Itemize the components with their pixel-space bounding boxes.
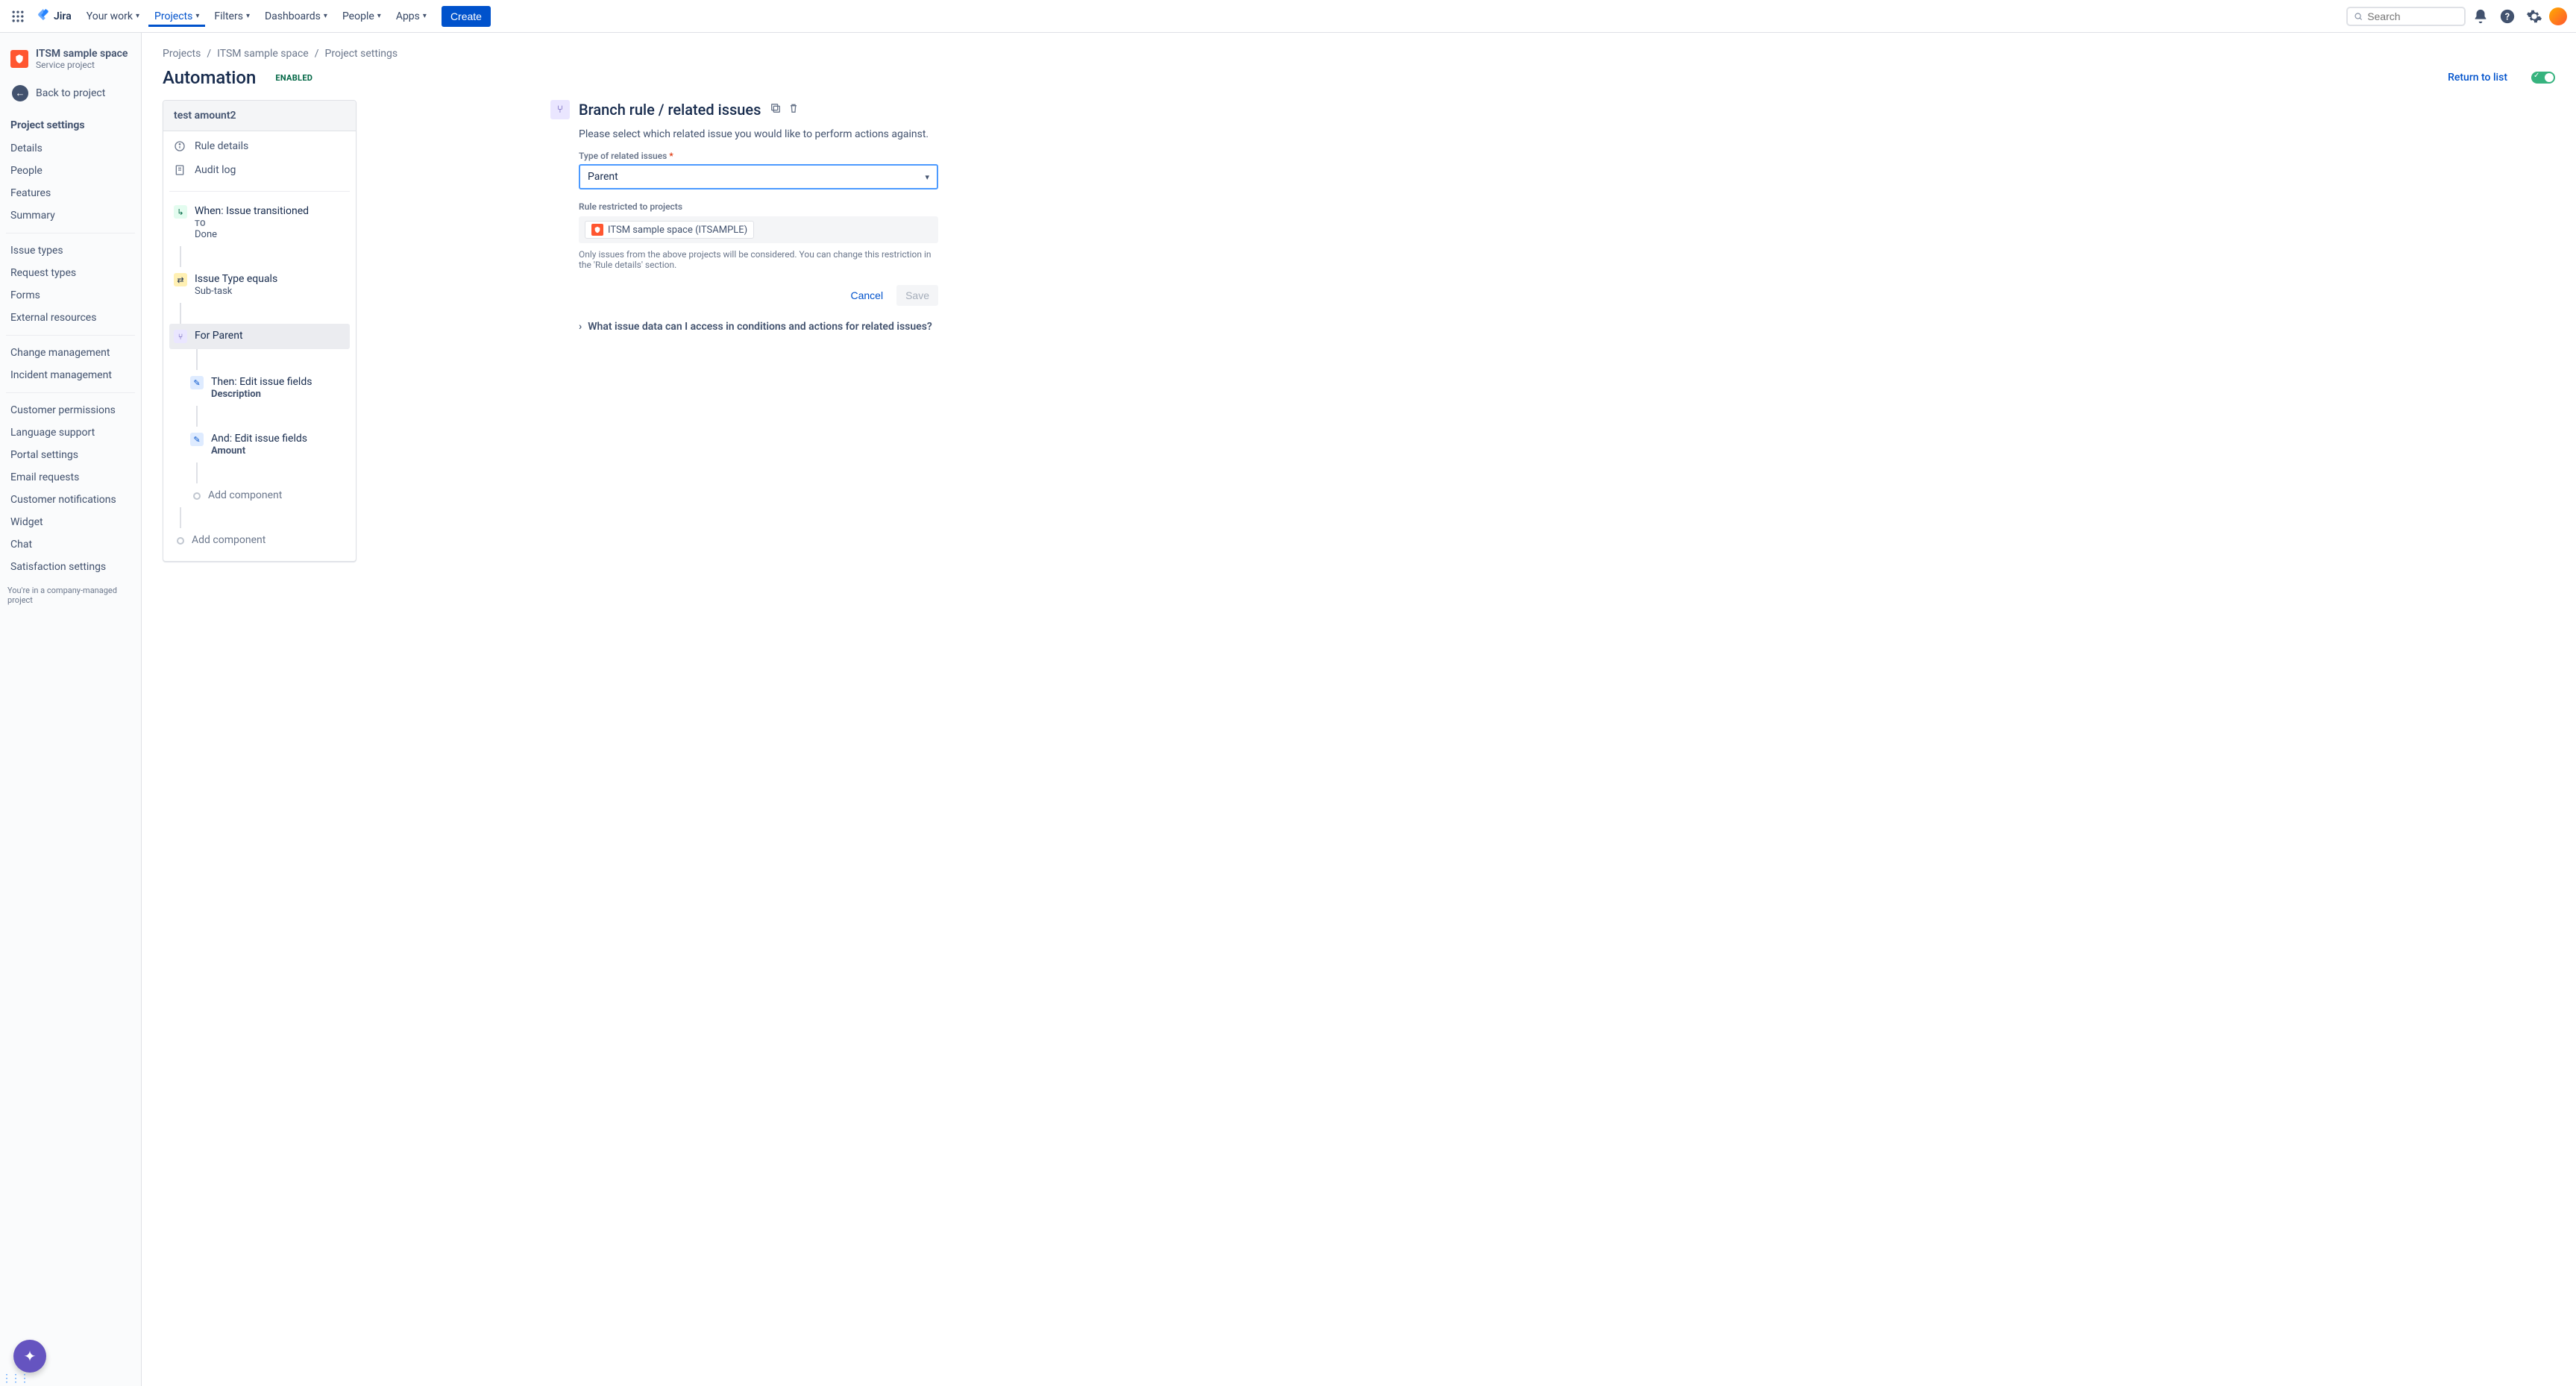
chevron-right-icon: › xyxy=(579,321,582,333)
rule-name[interactable]: test amount2 xyxy=(163,101,356,131)
search-icon xyxy=(2354,11,2363,22)
nav-apps[interactable]: Apps▾ xyxy=(390,6,433,27)
return-to-list[interactable]: Return to list xyxy=(2448,72,2507,84)
expand-help[interactable]: › What issue data can I access in condit… xyxy=(579,321,938,333)
breadcrumb: Projects / ITSM sample space / Project s… xyxy=(163,48,2555,60)
add-component-inner[interactable]: Add component xyxy=(186,483,350,507)
detail-description: Please select which related issue you wo… xyxy=(579,128,938,140)
trigger-icon: ↳ xyxy=(174,205,187,219)
chevron-down-icon: ▾ xyxy=(925,172,929,182)
project-restriction-row: ITSM sample space (ITSAMPLE) xyxy=(579,216,938,243)
step-trigger[interactable]: ↳ When: Issue transitioned TO Done xyxy=(169,199,350,246)
back-to-project[interactable]: ← Back to project xyxy=(6,81,135,106)
status-badge: ENABLED xyxy=(271,72,317,84)
help-text: Only issues from the above projects will… xyxy=(579,249,938,270)
sidebar-item-summary[interactable]: Summary xyxy=(6,204,135,227)
project-chip: ITSM sample space (ITSAMPLE) xyxy=(585,221,754,239)
sidebar-item-customer-permissions[interactable]: Customer permissions xyxy=(6,399,135,421)
top-nav: Jira Your work▾ Projects▾ Filters▾ Dashb… xyxy=(0,0,2576,33)
sidebar-item-features[interactable]: Features xyxy=(6,182,135,204)
edit-icon: ✎ xyxy=(190,376,204,389)
type-label: Type of related issues * xyxy=(579,151,938,161)
add-component-outer[interactable]: Add component xyxy=(169,528,350,552)
nav-projects[interactable]: Projects▾ xyxy=(148,6,205,27)
sidebar-item-change-management[interactable]: Change management xyxy=(6,342,135,364)
copy-icon[interactable] xyxy=(770,102,782,117)
delete-icon[interactable] xyxy=(788,102,799,117)
save-button[interactable]: Save xyxy=(896,285,938,306)
project-name: ITSM sample space xyxy=(36,48,128,60)
nav-your-work[interactable]: Your work▾ xyxy=(81,6,145,27)
info-icon xyxy=(174,140,186,152)
related-type-select[interactable]: Parent ▾ xyxy=(579,164,938,189)
step-action-2[interactable]: ✎ And: Edit issue fields Amount xyxy=(186,427,350,462)
back-arrow-icon: ← xyxy=(12,85,28,101)
main-content: Projects / ITSM sample space / Project s… xyxy=(142,33,2576,1386)
page-title: Automation xyxy=(163,67,256,88)
breadcrumb-projects[interactable]: Projects xyxy=(163,48,201,60)
add-icon xyxy=(193,492,201,500)
sidebar-item-details[interactable]: Details xyxy=(6,137,135,160)
search-box[interactable] xyxy=(2346,7,2466,26)
user-avatar[interactable] xyxy=(2549,7,2567,25)
restrict-label: Rule restricted to projects xyxy=(579,201,938,212)
log-icon xyxy=(174,164,186,176)
project-type: Service project xyxy=(36,60,128,70)
step-action-1[interactable]: ✎ Then: Edit issue fields Description xyxy=(186,370,350,406)
sidebar-item-issue-types[interactable]: Issue types xyxy=(6,239,135,262)
audit-log-link[interactable]: Audit log xyxy=(169,158,350,182)
rule-details-link[interactable]: Rule details xyxy=(169,134,350,158)
search-input[interactable] xyxy=(2367,10,2458,22)
quickstart-fab[interactable]: ✦ xyxy=(13,1340,46,1373)
branch-icon: ⑂ xyxy=(174,330,187,343)
nav-dashboards[interactable]: Dashboards▾ xyxy=(259,6,333,27)
breadcrumb-settings[interactable]: Project settings xyxy=(325,48,398,60)
project-header[interactable]: ITSM sample space Service project xyxy=(6,45,135,81)
condition-icon: ⇄ xyxy=(174,273,187,286)
nav-filters[interactable]: Filters▾ xyxy=(208,6,256,27)
sidebar-footer: You're in a company-managed project xyxy=(6,578,135,605)
detail-title: Branch rule / related issues xyxy=(579,101,761,119)
sidebar-item-forms[interactable]: Forms xyxy=(6,284,135,307)
sidebar-heading: Project settings xyxy=(6,113,135,137)
sidebar-item-satisfaction-settings[interactable]: Satisfaction settings xyxy=(6,556,135,578)
jira-logo[interactable]: Jira xyxy=(36,9,72,24)
add-icon xyxy=(177,537,184,545)
create-button[interactable]: Create xyxy=(442,6,491,27)
sidebar-item-people[interactable]: People xyxy=(6,160,135,182)
sidebar-item-widget[interactable]: Widget xyxy=(6,511,135,533)
rule-panel: test amount2 Rule details Audit log ↳ xyxy=(163,100,356,562)
sidebar-item-request-types[interactable]: Request types xyxy=(6,262,135,284)
rule-enabled-toggle[interactable]: ✓ xyxy=(2531,72,2555,84)
resize-handle-icon: ⋮⋮⋮ xyxy=(1,1373,28,1385)
sidebar-item-email-requests[interactable]: Email requests xyxy=(6,466,135,489)
sidebar-item-portal-settings[interactable]: Portal settings xyxy=(6,444,135,466)
breadcrumb-space[interactable]: ITSM sample space xyxy=(217,48,309,60)
step-condition[interactable]: ⇄ Issue Type equals Sub-task xyxy=(169,267,350,303)
project-icon xyxy=(10,50,28,68)
sidebar-item-external-resources[interactable]: External resources xyxy=(6,307,135,329)
settings-icon[interactable] xyxy=(2522,4,2546,28)
app-switcher-icon[interactable] xyxy=(9,7,27,25)
sidebar-item-incident-management[interactable]: Incident management xyxy=(6,364,135,386)
branch-icon: ⑂ xyxy=(550,100,570,119)
sidebar-item-language-support[interactable]: Language support xyxy=(6,421,135,444)
project-chip-icon xyxy=(591,224,603,236)
detail-panel: ⑂ Branch rule / related issues Please se… xyxy=(550,100,938,333)
cancel-button[interactable]: Cancel xyxy=(841,285,892,306)
sidebar-item-customer-notifications[interactable]: Customer notifications xyxy=(6,489,135,511)
product-name: Jira xyxy=(54,10,72,22)
svg-text:?: ? xyxy=(2505,11,2510,22)
sidebar-item-chat[interactable]: Chat xyxy=(6,533,135,556)
sidebar: ITSM sample space Service project ← Back… xyxy=(0,33,142,1386)
step-branch[interactable]: ⑂ For Parent xyxy=(169,324,350,349)
help-icon[interactable]: ? xyxy=(2495,4,2519,28)
nav-people[interactable]: People▾ xyxy=(336,6,387,27)
edit-icon: ✎ xyxy=(190,433,204,446)
notifications-icon[interactable] xyxy=(2469,4,2492,28)
